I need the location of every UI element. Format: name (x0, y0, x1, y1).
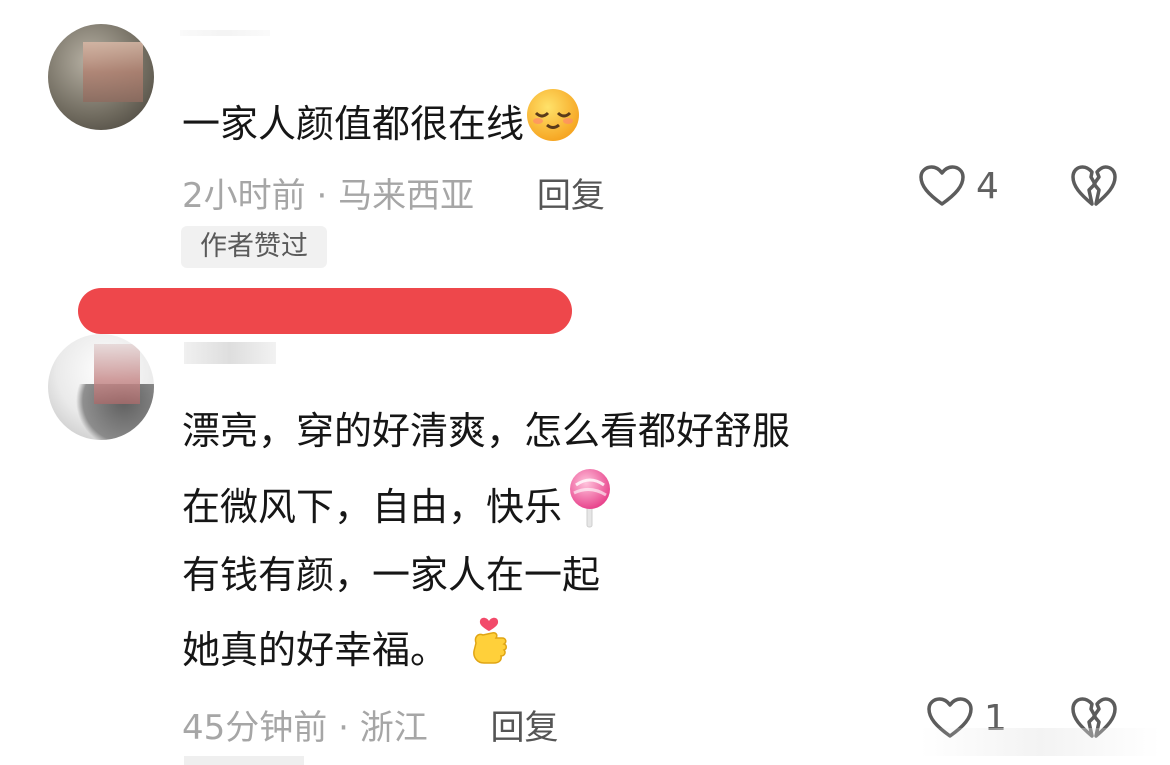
smiling-face-icon (524, 86, 582, 167)
heart-outline-icon (919, 165, 965, 206)
comment-time: 2小时前 (182, 176, 306, 216)
broken-heart-icon (1071, 165, 1117, 206)
comment-text: 漂亮，穿的好清爽，怎么看都好舒服 在微风下，自由，快乐 有钱有颜，一家人在一起 … (182, 395, 790, 683)
reply-button[interactable]: 回复 (491, 708, 559, 748)
comment-time: 45分钟前 (182, 708, 328, 748)
meta-separator: · (338, 708, 349, 748)
avatar-blur (83, 42, 143, 102)
finger-heart-icon (466, 611, 512, 694)
username-redacted (184, 342, 276, 364)
like-button[interactable]: 4 (918, 164, 999, 208)
comment-meta: 45分钟前 · 浙江 回复 (182, 700, 559, 749)
comment-line: 在微风下，自由，快乐 (182, 467, 790, 539)
comment-body: 一家人颜值都很在线 (182, 102, 525, 146)
meta-separator: · (316, 176, 328, 216)
comment-line: 漂亮，穿的好清爽，怎么看都好舒服 (182, 409, 791, 453)
author-liked-badge: 作者赞过 (181, 226, 327, 268)
dislike-button[interactable] (1070, 164, 1118, 212)
comment-text: 一家人颜值都很在线 (182, 86, 582, 167)
next-comment-blur (184, 756, 304, 765)
username-redacted (180, 30, 270, 36)
comment-location: 浙江 (359, 708, 428, 748)
redaction-bar (78, 288, 572, 334)
comment-line: 她真的好幸福。 (182, 611, 790, 683)
like-count: 4 (976, 165, 999, 207)
comment-meta: 2小时前 · 马来西亚 回复 (182, 168, 605, 217)
commenter-avatar[interactable] (48, 24, 154, 130)
watermark (920, 728, 1160, 756)
avatar-blur (94, 344, 140, 404)
comment-line: 有钱有颜，一家人在一起 (182, 553, 601, 597)
reply-button[interactable]: 回复 (537, 176, 605, 216)
comment-location: 马来西亚 (338, 176, 475, 216)
commenter-avatar[interactable] (48, 334, 154, 440)
